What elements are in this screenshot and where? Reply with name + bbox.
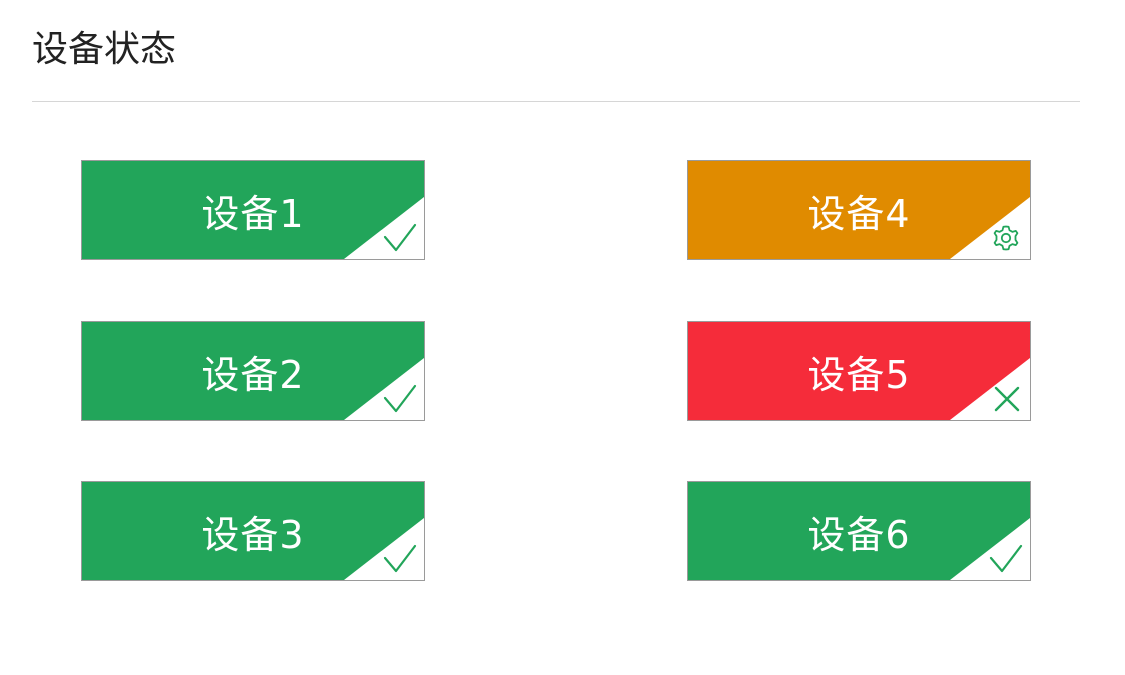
divider [32, 101, 1080, 102]
device-card-5[interactable]: 设备5 [687, 321, 1031, 421]
device-grid: 设备1 设备2 设备3 设备4 设备5 设备6 [81, 160, 1032, 582]
close-icon [994, 386, 1020, 412]
device-card-3[interactable]: 设备3 [81, 481, 425, 581]
device-card-6[interactable]: 设备6 [687, 481, 1031, 581]
check-icon [383, 223, 417, 252]
check-icon [383, 544, 417, 573]
device-card-1[interactable]: 设备1 [81, 160, 425, 260]
check-icon [383, 384, 417, 413]
device-card-2[interactable]: 设备2 [81, 321, 425, 421]
check-icon [989, 544, 1023, 573]
device-card-4[interactable]: 设备4 [687, 160, 1031, 260]
page-title: 设备状态 [32, 29, 177, 70]
gear-icon [993, 225, 1019, 251]
